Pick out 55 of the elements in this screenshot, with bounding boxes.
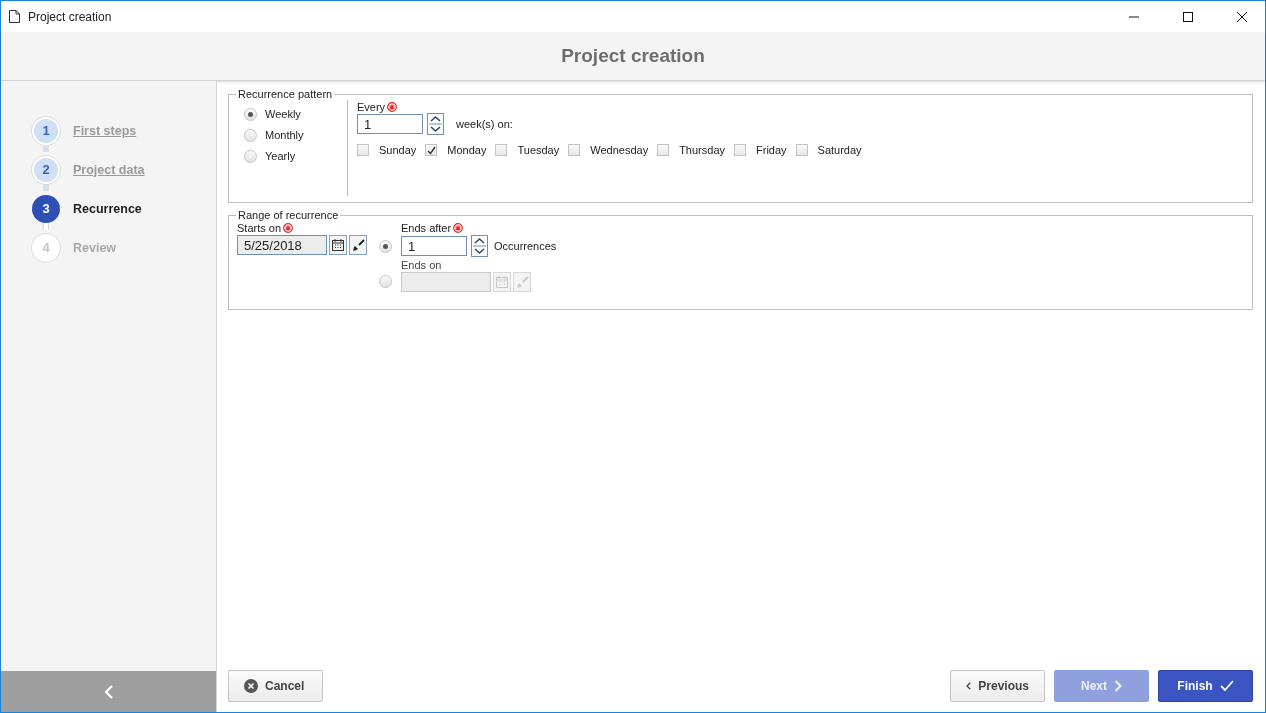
finish-button[interactable]: Finish xyxy=(1158,670,1253,702)
radio-option[interactable]: Weekly xyxy=(244,106,347,122)
check-icon xyxy=(426,145,436,155)
up-down-arrows-icon xyxy=(429,115,442,133)
spin-button[interactable] xyxy=(471,235,488,257)
calendar-icon xyxy=(496,276,508,288)
step-number: 3 xyxy=(32,194,60,223)
chevron-left-icon xyxy=(103,684,114,699)
step-number: 4 xyxy=(32,233,60,262)
chevron-left-icon xyxy=(966,680,972,692)
maximize-icon xyxy=(1183,11,1193,22)
previous-button[interactable]: Previous xyxy=(950,670,1045,702)
day-checkbox[interactable]: Thursday xyxy=(657,144,725,156)
day-checkbox[interactable]: Tuesday xyxy=(495,144,560,156)
up-down-arrows-icon xyxy=(473,237,486,255)
day-checkbox[interactable]: Friday xyxy=(734,144,787,156)
brush-icon xyxy=(351,238,365,252)
occurrences-input[interactable]: 1 xyxy=(401,236,467,256)
unit-label: Occurrences xyxy=(494,240,557,252)
field-label: Ends after xyxy=(401,222,557,234)
required-icon xyxy=(387,102,398,112)
step-number: 1 xyxy=(32,116,60,145)
calendar-icon xyxy=(332,239,344,251)
page-title: Project creation xyxy=(561,45,705,67)
clear-button[interactable] xyxy=(349,235,367,255)
check-icon xyxy=(1219,680,1234,692)
unit-label: week(s) on: xyxy=(456,118,513,130)
day-checkbox[interactable]: Wednesday xyxy=(568,144,649,156)
every-input[interactable]: 1 xyxy=(357,114,423,134)
step-number: 2 xyxy=(32,155,60,184)
step-link[interactable]: Recurrence xyxy=(73,201,142,216)
day-checkbox[interactable]: Sunday xyxy=(357,144,417,156)
close-icon xyxy=(1237,11,1247,22)
window-title: Project creation xyxy=(28,9,113,24)
field-label: Starts on xyxy=(237,222,367,234)
cancel-button[interactable]: Cancel xyxy=(228,670,323,702)
collapse-button[interactable] xyxy=(1,671,216,712)
day-checkbox[interactable]: Saturday xyxy=(795,144,862,156)
brush-icon xyxy=(515,275,529,289)
field-label: Ends on xyxy=(401,259,443,271)
required-icon xyxy=(283,223,294,233)
group-legend: Recurrence pattern xyxy=(236,88,335,100)
document-icon xyxy=(9,10,20,23)
radio-button[interactable] xyxy=(379,240,392,253)
spin-button[interactable] xyxy=(427,113,444,135)
radio-option[interactable]: Yearly xyxy=(244,148,347,164)
date-input[interactable]: 5/25/2018 xyxy=(237,235,327,255)
calendar-button[interactable] xyxy=(329,235,347,255)
required-icon xyxy=(453,223,464,233)
chevron-right-icon xyxy=(1114,680,1122,692)
field-label: Every xyxy=(357,101,871,113)
radio-option[interactable]: Monthly xyxy=(244,127,347,143)
day-checkbox[interactable]: Monday xyxy=(425,144,487,156)
group-legend: Range of recurrence xyxy=(236,209,341,221)
close-icon xyxy=(244,679,258,693)
